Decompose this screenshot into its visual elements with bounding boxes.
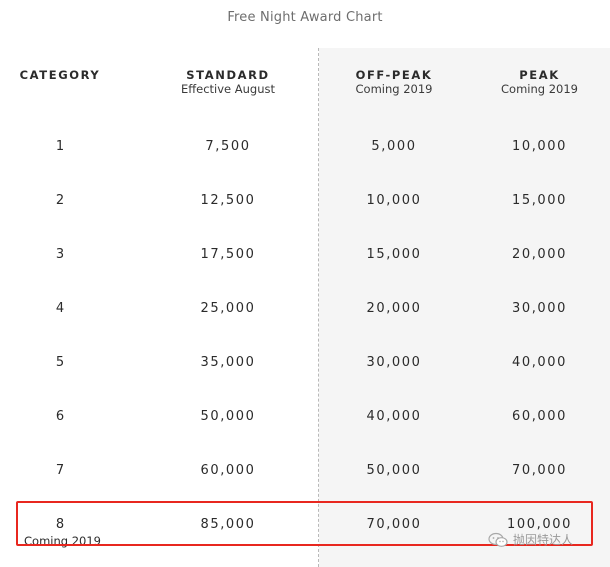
row-5-category: 5 xyxy=(55,355,65,370)
row-3-off-peak: 15,000 xyxy=(366,247,422,262)
header-off-peak-sub: Coming 2019 xyxy=(355,82,433,96)
row-7-off-peak: 50,000 xyxy=(366,463,422,478)
row-4-standard: 25,000 xyxy=(200,301,256,316)
row-4-off-peak: 20,000 xyxy=(366,301,422,316)
header-peak-sub: Coming 2019 xyxy=(501,82,578,96)
row-6-peak: 60,000 xyxy=(511,409,568,424)
row-6-standard: 50,000 xyxy=(200,409,256,424)
row-6-off-peak: 40,000 xyxy=(366,409,422,424)
wechat-icon xyxy=(488,532,508,547)
row-5-peak: 40,000 xyxy=(511,355,568,370)
header-standard-sub: Effective August xyxy=(180,82,276,96)
row-3-peak: 20,000 xyxy=(511,247,568,262)
row-2-off-peak: 10,000 xyxy=(366,193,422,208)
row-2-standard: 12,500 xyxy=(200,193,256,208)
header-off-peak-label: OFF-PEAK xyxy=(355,68,433,82)
row-5-standard: 35,000 xyxy=(200,355,256,370)
row-7-peak: 70,000 xyxy=(511,463,568,478)
header-category: CATEGORY xyxy=(0,68,120,82)
row-1-category: 1 xyxy=(55,139,65,154)
row-1-standard: 7,500 xyxy=(205,139,251,154)
row-1-peak: 10,000 xyxy=(511,139,568,154)
row-4-category: 4 xyxy=(55,301,65,316)
chart-title: Free Night Award Chart xyxy=(227,10,383,25)
row-2-category: 2 xyxy=(55,193,65,208)
row-1-off-peak: 5,000 xyxy=(371,139,417,154)
watermark: 抛因特达人 xyxy=(488,531,573,548)
header-standard-label: STANDARD xyxy=(186,68,270,82)
row-3-category: 3 xyxy=(55,247,65,262)
row-2-peak: 15,000 xyxy=(511,193,568,208)
row-4-peak: 30,000 xyxy=(511,301,568,316)
row-3-standard: 17,500 xyxy=(200,247,256,262)
header-peak: PEAK Coming 2019 xyxy=(469,68,610,96)
row-5-off-peak: 30,000 xyxy=(366,355,422,370)
row-6-category: 6 xyxy=(55,409,65,424)
header-standard: STANDARD Effective August xyxy=(138,68,318,96)
header-category-label: CATEGORY xyxy=(19,68,101,82)
header-off-peak: OFF-PEAK Coming 2019 xyxy=(319,68,469,96)
header-peak-label: PEAK xyxy=(519,68,560,82)
row-7-category: 7 xyxy=(55,463,65,478)
watermark-text: 抛因特达人 xyxy=(513,533,574,547)
row-7-standard: 60,000 xyxy=(200,463,256,478)
